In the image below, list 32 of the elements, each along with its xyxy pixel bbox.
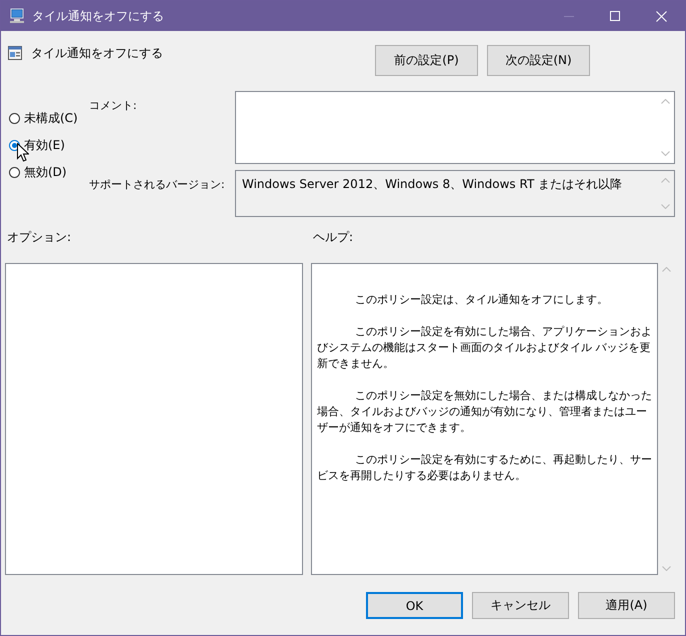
- scroll-up-icon[interactable]: [661, 178, 670, 183]
- scroll-up-icon[interactable]: [661, 99, 670, 104]
- scroll-down-icon[interactable]: [661, 151, 670, 156]
- radio-label[interactable]: 未構成(C): [24, 110, 78, 127]
- window-title: タイル通知をオフにする: [32, 8, 164, 24]
- computer-icon: [9, 8, 25, 24]
- help-paragraph: このポリシー設定は、タイル通知をオフにします。: [354, 292, 609, 308]
- supported-label: サポートされるバージョン:: [89, 177, 226, 193]
- policy-icon: [7, 45, 23, 61]
- radio-label[interactable]: 無効(D): [24, 164, 67, 181]
- nav-button[interactable]: 前の設定(P): [375, 45, 478, 76]
- radio-button[interactable]: [9, 167, 20, 178]
- scroll-up-icon[interactable]: [662, 267, 671, 272]
- close-icon[interactable]: [656, 10, 667, 22]
- comment-label: コメント:: [89, 98, 138, 114]
- nav-button[interactable]: 次の設定(N): [487, 45, 590, 76]
- dialog-button[interactable]: キャンセル: [472, 592, 569, 619]
- scroll-down-icon[interactable]: [661, 204, 670, 209]
- dialog-button[interactable]: OK: [366, 592, 463, 619]
- supported-field: Windows Server 2012、Windows 8、Windows RT またはそれ以降: [235, 170, 675, 217]
- maximize-icon[interactable]: [610, 11, 620, 21]
- help-paragraph: このポリシー設定を有効にするために、再起動したり、サービスを再開したりする必要はありません。: [317, 452, 652, 484]
- options-label: オプション:: [6, 229, 72, 246]
- help-label: ヘルプ:: [313, 229, 354, 246]
- help-paragraph: このポリシー設定を無効にした場合、または構成しなかった場合、タイルおよびバッジの通知が有効になり、管理者またはユーザーが通知をオフにできます。: [317, 388, 652, 436]
- policy-title: タイル通知をオフにする: [31, 45, 163, 62]
- comment-field[interactable]: [235, 91, 675, 164]
- radio-button[interactable]: [9, 113, 20, 124]
- help-paragraph: このポリシー設定を有効にした場合、アプリケーションおよびシステムの機能はスタート画面のタイルおよびタイル バッジを更新できません。: [317, 324, 652, 372]
- scroll-down-icon[interactable]: [662, 566, 671, 571]
- dialog-button[interactable]: 適用(A): [578, 592, 675, 619]
- radio-label[interactable]: 有効(E): [24, 137, 65, 154]
